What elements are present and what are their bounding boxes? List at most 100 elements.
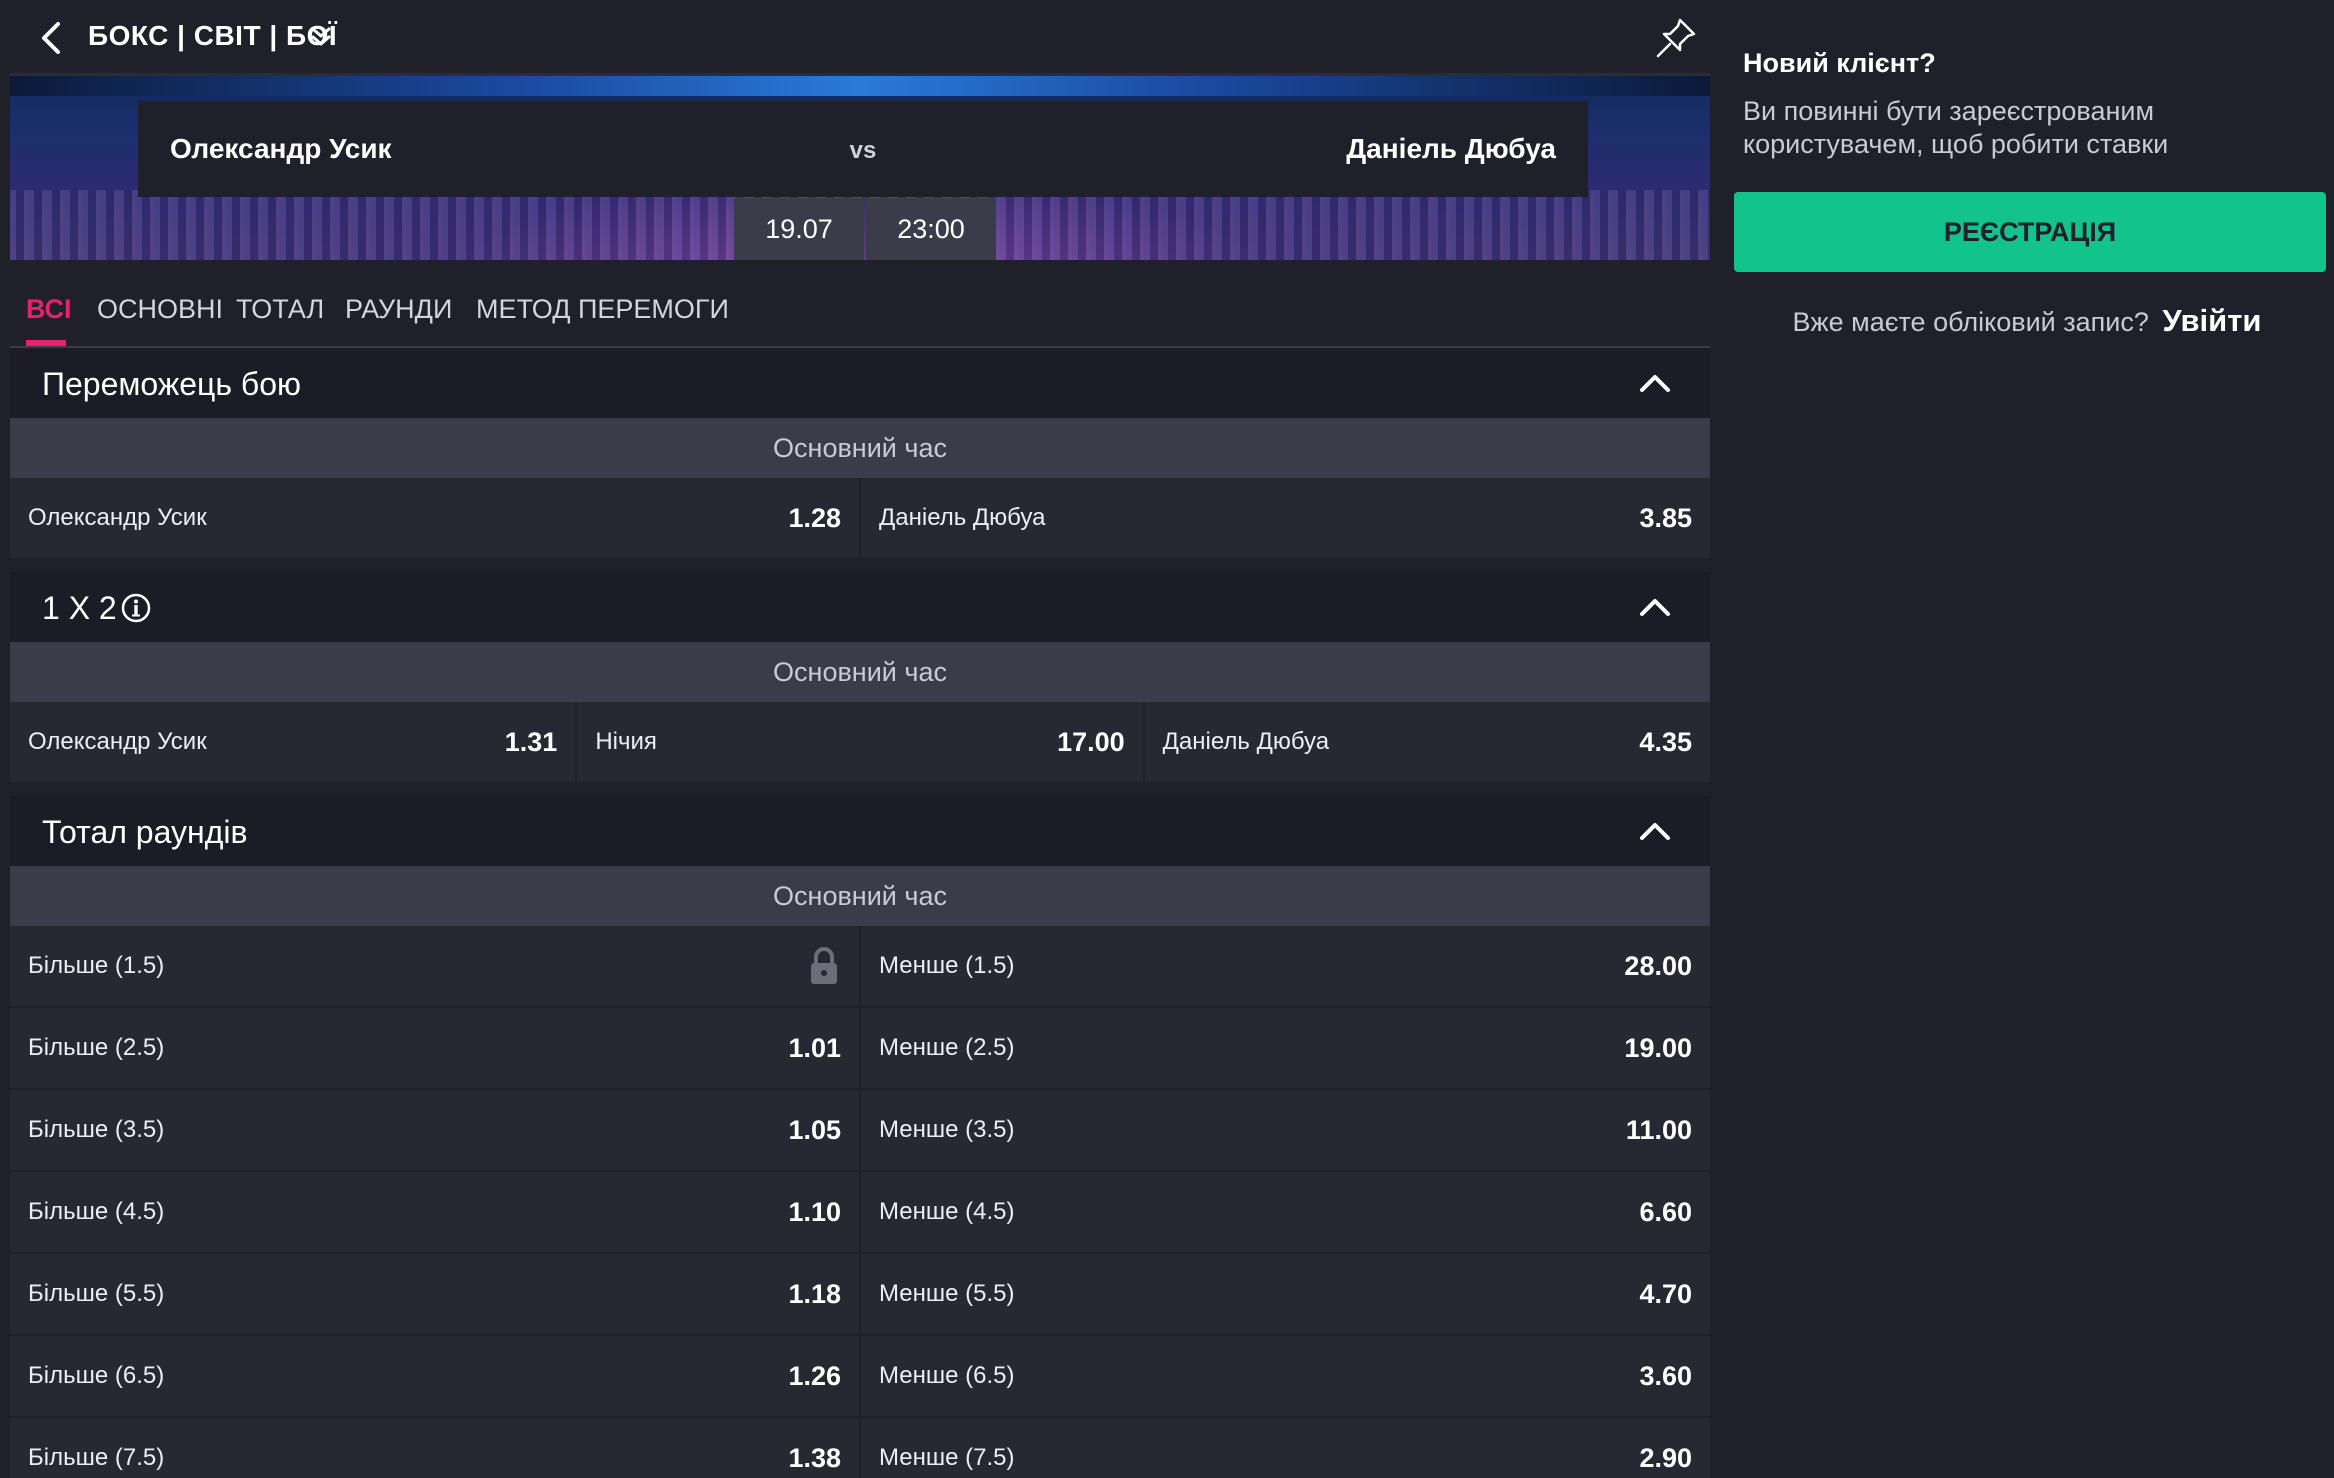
team-away-name: Даніель Дюбуа [1346, 133, 1556, 164]
period-header: Основний час [10, 642, 1710, 702]
pin-button[interactable] [1652, 14, 1700, 62]
odd-under[interactable]: Менше (4.5) 6.60 [859, 1172, 1710, 1252]
outcome-label: Більше (7.5) [28, 1444, 165, 1471]
event-date: 19.07 [734, 198, 864, 260]
event-time: 23:00 [866, 198, 996, 260]
outcome-label: Олександр Усик [28, 504, 207, 531]
tab-total[interactable]: ТОТАЛ [236, 294, 324, 325]
betslip-panel: Новий клієнт? Ви повинні бути зареєстров… [1720, 0, 2334, 1478]
login-link[interactable]: Увійти [2162, 303, 2261, 338]
odd-under[interactable]: Менше (5.5) 4.70 [859, 1254, 1710, 1334]
outcome-label: Олександр Усик [28, 728, 207, 755]
outcome-odd: 4.70 [1639, 1278, 1692, 1309]
odds-row: Більше (2.5) 1.01 Менше (2.5) 19.00 [10, 1008, 1710, 1090]
outcome-label: Менше (1.5) [879, 952, 1015, 979]
odd-over[interactable]: Більше (3.5) 1.05 [10, 1090, 859, 1170]
outcome-label: Більше (5.5) [28, 1280, 165, 1307]
outcome-odd: 1.38 [788, 1442, 841, 1473]
main-column: БОКС | СВІТ | БОЇ Олександр Усик vs Дані… [10, 0, 1710, 1478]
odds-row: Більше (6.5) 1.26 Менше (6.5) 3.60 [10, 1336, 1710, 1418]
odds-row: Більше (4.5) 1.10 Менше (4.5) 6.60 [10, 1172, 1710, 1254]
chevron-left-icon [42, 22, 60, 54]
register-notice: Ви повинні бути зареєстрованим користува… [1743, 96, 2169, 159]
odds-row: Більше (7.5) 1.38 Менше (7.5) 2.90 [10, 1418, 1710, 1478]
new-client-title: Новий клієнт? [1743, 48, 1936, 78]
outcome-odd: 3.85 [1639, 502, 1692, 533]
outcome-label: Менше (5.5) [879, 1280, 1015, 1307]
outcome-label: Менше (6.5) [879, 1362, 1015, 1389]
outcome-odd: 3.60 [1639, 1360, 1692, 1391]
section-gap [10, 560, 1710, 572]
outcome-odd: 1.18 [788, 1278, 841, 1309]
outcome-odd: 4.35 [1639, 726, 1692, 757]
chevron-up-icon[interactable] [1638, 368, 1672, 398]
odds-row: Олександр Усик 1.31 Нічия 17.00 Даніель … [10, 702, 1710, 784]
odd-draw[interactable]: Нічия 17.00 [575, 702, 1142, 782]
tab-all[interactable]: ВСІ [26, 294, 71, 325]
tab-main[interactable]: ОСНОВНІ [97, 294, 223, 325]
event-banner: Олександр Усик vs Даніель Дюбуа 19.07 23… [10, 76, 1710, 260]
tab-rounds[interactable]: РАУНДИ [345, 294, 452, 325]
outcome-odd: 1.01 [788, 1032, 841, 1063]
period-header: Основний час [10, 866, 1710, 926]
outcome-label: Менше (7.5) [879, 1444, 1015, 1471]
odd-over[interactable]: Більше (6.5) 1.26 [10, 1336, 859, 1416]
section-gap [10, 784, 1710, 796]
outcome-odd: 1.26 [788, 1360, 841, 1391]
outcome-odd: 11.00 [1625, 1114, 1692, 1145]
pin-icon [1656, 18, 1696, 58]
outcome-odd: 19.00 [1624, 1032, 1692, 1063]
outcome-label: Більше (2.5) [28, 1034, 165, 1061]
breadcrumb[interactable]: БОКС | СВІТ | БОЇ [88, 20, 337, 52]
odd-over[interactable]: Більше (5.5) 1.18 [10, 1254, 859, 1334]
outcome-odd: 1.10 [788, 1196, 841, 1227]
odd-over[interactable]: Більше (2.5) 1.01 [10, 1008, 859, 1088]
odd-under[interactable]: Менше (1.5) 28.00 [859, 926, 1710, 1006]
outcome-odd: 28.00 [1624, 950, 1692, 981]
odds-row: Більше (5.5) 1.18 Менше (5.5) 4.70 [10, 1254, 1710, 1336]
login-prompt-line: Вже маєте обліковий запис? Увійти [1720, 303, 2334, 339]
odd-home[interactable]: Олександр Усик 1.28 [10, 478, 859, 558]
odd-under[interactable]: Менше (2.5) 19.00 [859, 1008, 1710, 1088]
market-tabs: ВСІ ОСНОВНІ ТОТАЛ РАУНДИ МЕТОД ПЕРЕМОГИ [10, 260, 1710, 348]
odd-home[interactable]: Олександр Усик 1.31 [10, 702, 575, 782]
outcome-label: Більше (6.5) [28, 1362, 165, 1389]
market-header[interactable]: Переможець бою [10, 348, 1710, 418]
market-header[interactable]: Тотал раундів [10, 796, 1710, 866]
market-1x2: 1 X 2 Основний час Олександр Усик 1.31 Н… [10, 572, 1710, 784]
odd-over[interactable]: Більше (4.5) 1.10 [10, 1172, 859, 1252]
chevron-up-icon[interactable] [1638, 592, 1672, 622]
odds-row: Більше (1.5) Менше (1.5) 28.00 [10, 926, 1710, 1008]
info-icon[interactable] [120, 592, 152, 624]
outcome-odd: 1.05 [788, 1114, 841, 1145]
odd-away[interactable]: Даніель Дюбуа 4.35 [1142, 702, 1710, 782]
market-title: Тотал раундів [42, 814, 248, 850]
outcome-label: Більше (1.5) [28, 952, 165, 979]
double-chevron-down-icon[interactable] [306, 22, 336, 52]
market-header[interactable]: 1 X 2 [10, 572, 1710, 642]
odd-under[interactable]: Менше (7.5) 2.90 [859, 1418, 1710, 1478]
outcome-odd: 6.60 [1639, 1196, 1692, 1227]
odds-row: Більше (3.5) 1.05 Менше (3.5) 11.00 [10, 1090, 1710, 1172]
header-bar: БОКС | СВІТ | БОЇ [10, 0, 1710, 76]
outcome-label: Даніель Дюбуа [1162, 728, 1330, 755]
outcome-odd: 1.31 [504, 726, 558, 757]
outcome-label: Більше (3.5) [28, 1116, 165, 1143]
tab-win-method[interactable]: МЕТОД ПЕРЕМОГИ [476, 294, 729, 325]
odd-over[interactable]: Більше (7.5) 1.38 [10, 1418, 859, 1478]
teams-box: Олександр Усик vs Даніель Дюбуа [138, 101, 1588, 197]
outcome-odd: 2.90 [1639, 1442, 1692, 1473]
odd-over: Більше (1.5) [10, 926, 859, 1006]
register-button[interactable]: РЕЄСТРАЦІЯ [1734, 192, 2326, 272]
back-button[interactable] [28, 16, 72, 60]
odd-under[interactable]: Менше (3.5) 11.00 [859, 1090, 1710, 1170]
outcome-odd: 1.28 [788, 502, 841, 533]
outcome-label: Даніель Дюбуа [879, 504, 1046, 531]
market-title: 1 X 2 [42, 590, 117, 626]
active-tab-indicator [26, 340, 66, 346]
chevron-up-icon[interactable] [1638, 816, 1672, 846]
odd-under[interactable]: Менше (6.5) 3.60 [859, 1336, 1710, 1416]
outcome-label: Нічия [595, 728, 657, 755]
odd-away[interactable]: Даніель Дюбуа 3.85 [859, 478, 1710, 558]
market-title: Переможець бою [42, 366, 302, 402]
